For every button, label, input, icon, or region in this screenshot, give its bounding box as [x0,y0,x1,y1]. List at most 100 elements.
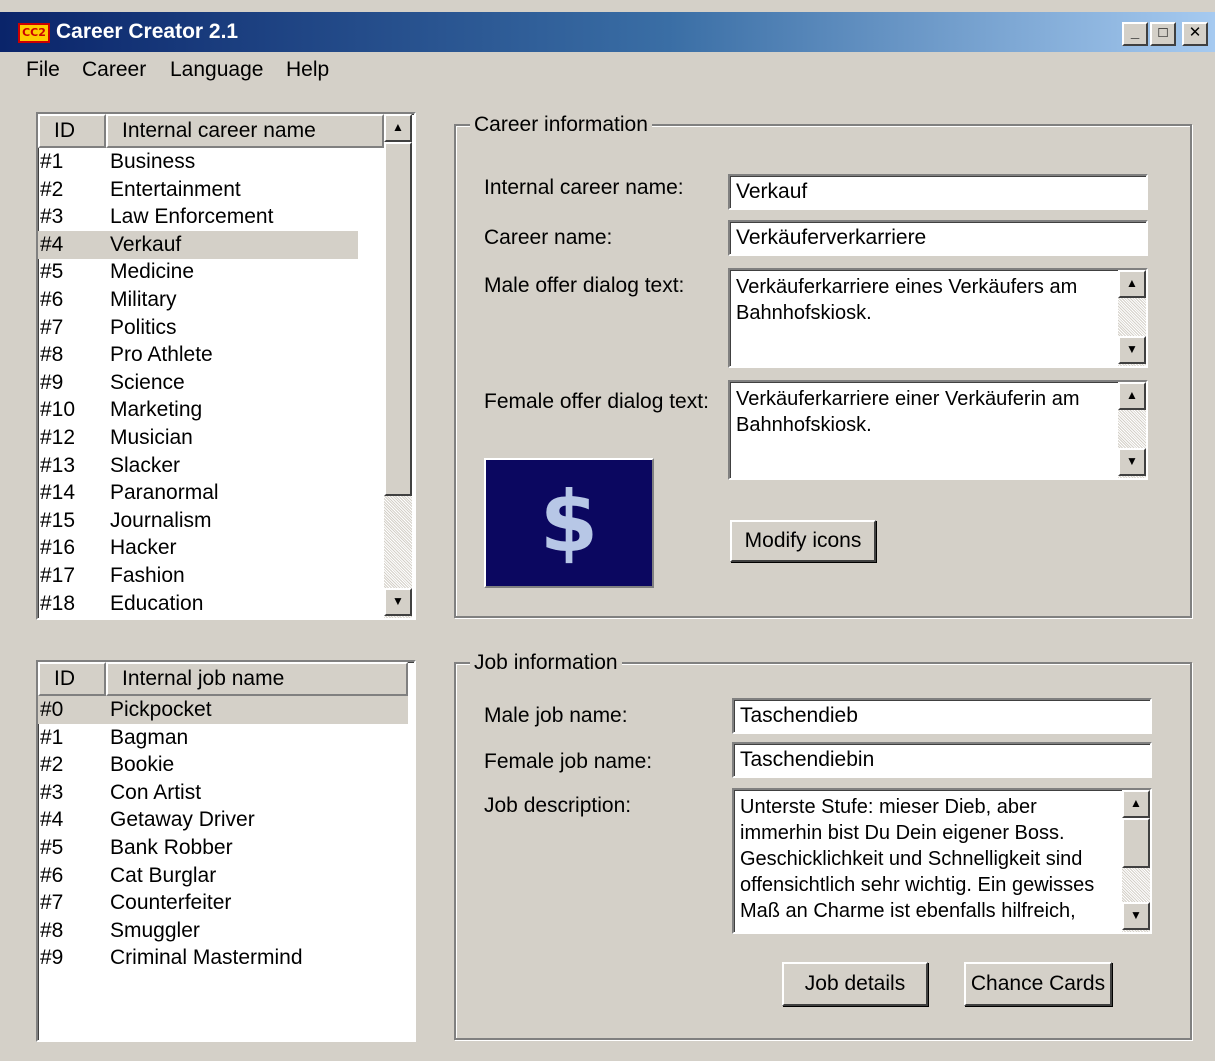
list-item-id: #5 [40,836,64,859]
column-header-career-name[interactable]: Internal career name [106,114,384,148]
chance-cards-button[interactable]: Chance Cards [964,962,1112,1006]
menu-language[interactable]: Language [170,58,263,82]
career-dollar-icon: $ [484,458,654,588]
scroll-down-icon[interactable]: ▼ [1118,448,1146,476]
careers-list-header: ID Internal career name [38,114,384,148]
female-offer-textarea[interactable]: Verkäuferkarriere einer Verkäuferin am B… [728,380,1148,480]
list-item-id: #18 [40,591,76,615]
job-description-label: Job description: [484,794,632,817]
job-details-button[interactable]: Job details [782,962,928,1006]
list-item[interactable]: #16 Hacker [38,534,358,562]
list-item-name: Con Artist [110,780,202,804]
scroll-up-icon[interactable]: ▲ [1118,382,1146,410]
list-item-name: Law Enforcement [110,205,274,229]
list-item-id: #14 [40,481,76,505]
list-item[interactable]: #15 Journalism [38,507,358,535]
careers-list-scrollbar[interactable]: ▲ ▼ [384,114,412,618]
list-item[interactable]: #18 Education [38,590,358,618]
close-button[interactable]: ✕ [1182,22,1208,46]
list-item-name: Bagman [110,725,189,749]
list-item-name: Education [110,591,204,615]
list-item-id: #5 [40,260,64,284]
jobs-list[interactable]: ID Internal job name #0 Pickpocket #1 Bagma… [36,660,416,1042]
male-job-name-input[interactable]: Taschendieb [732,698,1152,734]
list-item[interactable]: #12 Musician [38,424,358,452]
career-information-legend: Career information [470,113,652,137]
list-item[interactable]: #4 Verkauf [38,230,358,259]
scroll-down-icon[interactable]: ▼ [1122,902,1150,930]
list-item[interactable]: #2 Bookie [38,751,408,779]
list-item[interactable]: #2 Entertainment [38,176,358,204]
list-item-name: Fashion [110,564,185,587]
list-item-id: #2 [40,177,64,201]
list-item-name: Counterfeiter [110,891,232,915]
scroll-up-icon[interactable]: ▲ [384,114,412,142]
list-item-id: #4 [40,232,64,256]
list-item[interactable]: #8 Pro Athlete [38,341,358,369]
list-item[interactable]: #5 Bank Robber [38,834,408,862]
list-item-name: Paranormal [110,481,219,505]
career-name-input[interactable]: Verkäuferverkarriere [728,220,1148,256]
title-bar[interactable]: CC2 Career Creator 2.1 _ □ ✕ [0,12,1215,52]
window-title: Career Creator 2.1 [56,20,239,43]
column-header-id[interactable]: ID [38,114,106,148]
list-item[interactable]: #4 Getaway Driver [38,806,408,834]
list-item[interactable]: #10 Marketing [38,396,358,424]
list-item-id: #9 [40,946,64,970]
list-item[interactable]: #9 Science [38,369,358,397]
minimize-button[interactable]: _ [1122,22,1148,46]
list-item-id: #10 [40,398,76,422]
careers-list[interactable]: ID Internal career name #1 Business #2 Ente… [36,112,416,620]
maximize-button[interactable]: □ [1150,22,1176,46]
menu-career[interactable]: Career [82,58,146,82]
list-item[interactable]: #5 Medicine [38,258,358,286]
scroll-up-icon[interactable]: ▲ [1118,270,1146,298]
job-description-scrollbar[interactable]: ▲ ▼ [1122,790,1150,932]
internal-career-name-label: Internal career name: [484,176,684,199]
list-item-id: #13 [40,453,76,477]
scroll-up-icon[interactable]: ▲ [1122,790,1150,818]
list-item-id: #15 [40,508,76,532]
list-item[interactable]: #1 Bagman [38,724,408,752]
list-item-id: #3 [40,205,64,229]
list-item-id: #8 [40,343,64,367]
list-item[interactable]: #7 Counterfeiter [38,889,408,917]
list-item[interactable]: #3 Law Enforcement [38,203,358,231]
female-offer-scrollbar[interactable]: ▲ ▼ [1118,382,1146,478]
list-item[interactable]: #8 Smuggler [38,917,408,945]
list-item[interactable]: #17 Fashion [38,562,358,590]
list-item-id: #4 [40,808,64,832]
list-item-name: Pickpocket [110,698,212,721]
list-item[interactable]: #6 Military [38,286,358,314]
column-header-id[interactable]: ID [38,662,106,696]
job-description-textarea[interactable]: Unterste Stufe: mieser Dieb, aber immerh… [732,788,1152,934]
scroll-thumb[interactable] [1122,818,1150,868]
list-item[interactable]: #3 Con Artist [38,779,408,807]
list-item-name: Criminal Mastermind [110,946,303,970]
list-item-id: #7 [40,891,64,915]
list-item-id: #6 [40,288,64,311]
list-item-id: #7 [40,315,64,339]
scroll-down-icon[interactable]: ▼ [1118,336,1146,364]
list-item[interactable]: #0 Pickpocket [38,696,408,724]
female-job-name-input[interactable]: Taschendiebin [732,742,1152,778]
list-item-name: Bank Robber [110,836,233,859]
female-job-name-label: Female job name: [484,750,653,773]
list-item[interactable]: #7 Politics [38,314,358,342]
menu-help[interactable]: Help [286,58,329,82]
male-offer-scrollbar[interactable]: ▲ ▼ [1118,270,1146,366]
column-header-job-name[interactable]: Internal job name [106,662,408,696]
list-item-name: Cat Burglar [110,863,217,887]
list-item-id: #16 [40,536,76,560]
list-item[interactable]: #6 Cat Burglar [38,862,408,890]
list-item[interactable]: #1 Business [38,148,358,176]
menu-file[interactable]: File [26,58,60,82]
scroll-thumb[interactable] [384,142,412,496]
list-item[interactable]: #13 Slacker [38,452,358,480]
list-item[interactable]: #14 Paranormal [38,479,358,507]
modify-icons-button[interactable]: Modify icons [730,520,876,562]
internal-career-name-input[interactable]: Verkauf [728,174,1148,210]
scroll-down-icon[interactable]: ▼ [384,588,412,616]
male-offer-textarea[interactable]: Verkäuferkarriere eines Verkäufers am Ba… [728,268,1148,368]
list-item[interactable]: #9 Criminal Mastermind [38,944,408,972]
